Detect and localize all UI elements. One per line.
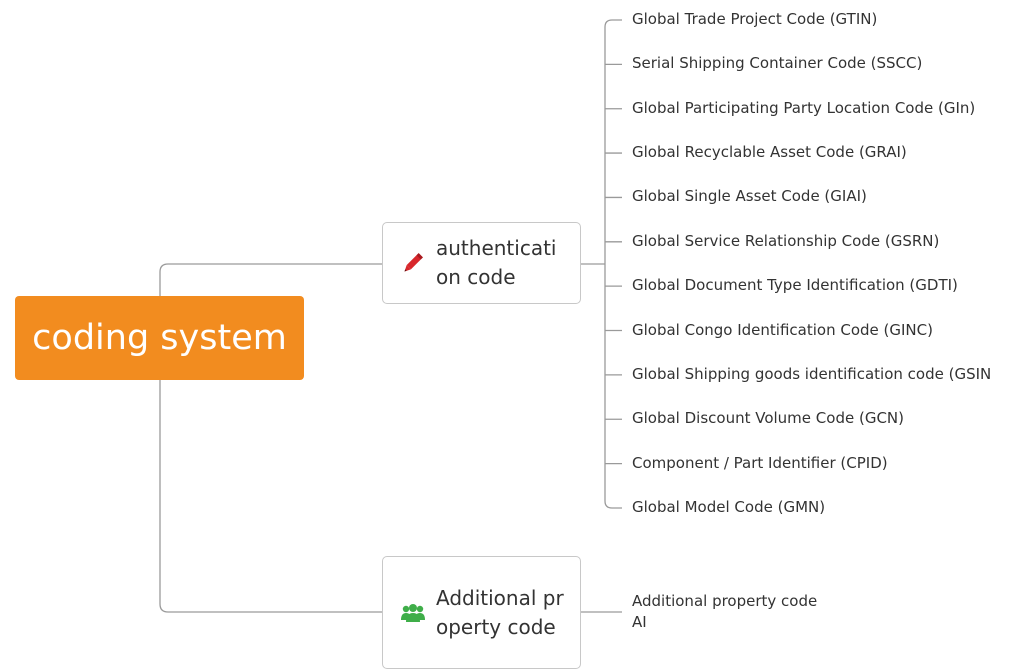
leaf-item[interactable]: Global Service Relationship Code (GSRN) [632, 232, 939, 250]
leaf-line: AI [632, 613, 647, 631]
leaf-item[interactable]: Global Single Asset Code (GIAI) [632, 187, 867, 205]
connector-root-to-additional [159, 380, 382, 613]
root-label: coding system [32, 318, 287, 358]
leaf-item[interactable]: Global Model Code (GMN) [632, 498, 825, 516]
leaf-item[interactable]: Global Participating Party Location Code… [632, 99, 975, 117]
pencil-icon [399, 250, 427, 276]
node-label-authentication: authentication code [436, 236, 557, 289]
leaf-item[interactable]: Global Document Type Identification (GDT… [632, 276, 958, 294]
leaf-item[interactable]: Global Recyclable Asset Code (GRAI) [632, 143, 907, 161]
leaf-line: Additional property code [632, 592, 818, 610]
node-label-additional: Additional property code [436, 585, 564, 639]
node-authentication-code[interactable]: authentication code [382, 222, 581, 304]
connector-root-to-authentication [159, 263, 382, 296]
leaf-item[interactable]: Global Discount Volume Code (GCN) [632, 409, 904, 427]
root-node-coding-system[interactable]: coding system [15, 296, 304, 380]
connector-leaf-trunk [604, 19, 622, 509]
people-icon [399, 603, 427, 623]
leaf-item[interactable]: Serial Shipping Container Code (SSCC) [632, 54, 922, 72]
leaf-item[interactable]: Component / Part Identifier (CPID) [632, 454, 888, 472]
leaf-item[interactable]: Global Congo Identification Code (GINC) [632, 321, 933, 339]
leaf-additional-property-code-ai[interactable]: Additional property code AI [632, 591, 817, 633]
leaf-item[interactable]: Global Trade Project Code (GTIN) [632, 10, 877, 28]
leaf-item[interactable]: Global Shipping goods identification cod… [632, 365, 991, 383]
node-additional-property-code[interactable]: Additional property code [382, 556, 581, 669]
